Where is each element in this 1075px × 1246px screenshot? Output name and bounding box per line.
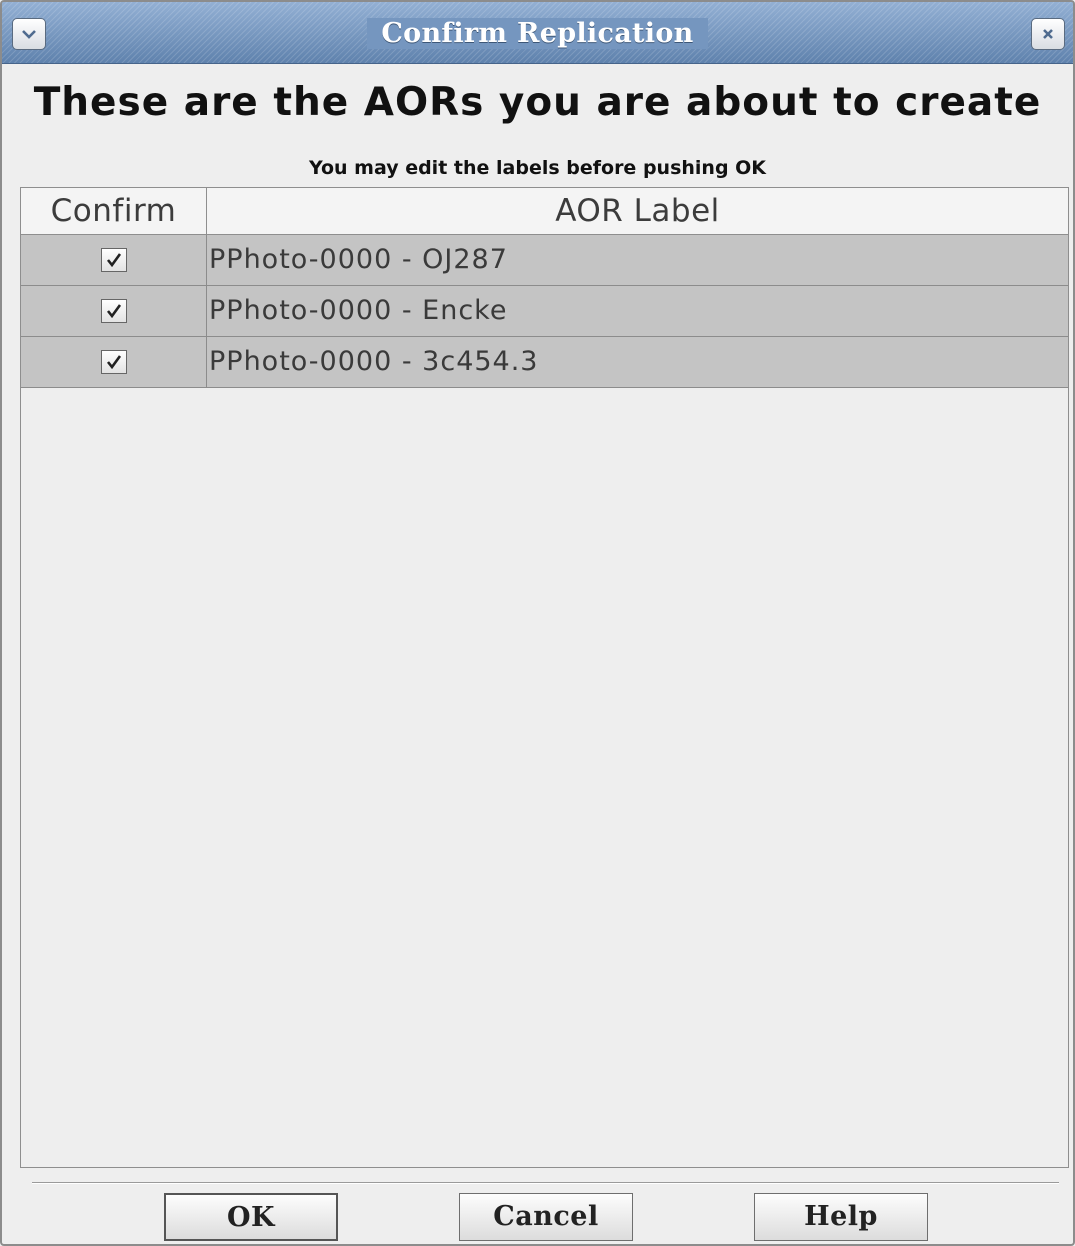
- dialog-subheading: You may edit the labels before pushing O…: [308, 157, 767, 179]
- cancel-button[interactable]: Cancel: [459, 1193, 633, 1241]
- ok-button[interactable]: OK: [164, 1193, 338, 1241]
- button-bar-separator: [32, 1182, 1059, 1184]
- window-title-text: Confirm Replication: [367, 18, 708, 49]
- table-row[interactable]: PPhoto-0000 - Encke: [21, 286, 1068, 337]
- checkmark-icon: [106, 304, 121, 318]
- confirm-cell: [21, 337, 207, 387]
- table-row[interactable]: PPhoto-0000 - 3c454.3: [21, 337, 1068, 388]
- window-title: Confirm Replication: [2, 18, 1073, 50]
- confirm-checkbox[interactable]: [100, 248, 127, 272]
- title-bar[interactable]: Confirm Replication: [2, 2, 1073, 64]
- checkmark-icon: [106, 355, 121, 369]
- aor-table: Confirm AOR Label PPhoto-0000 - OJ287 PP…: [20, 187, 1069, 1168]
- confirm-checkbox[interactable]: [100, 299, 127, 323]
- aor-label-cell[interactable]: PPhoto-0000 - 3c454.3: [209, 337, 538, 387]
- close-icon: [1043, 29, 1053, 39]
- confirm-replication-dialog: Confirm Replication These are the AORs y…: [0, 0, 1075, 1246]
- column-header-confirm[interactable]: Confirm: [21, 188, 207, 234]
- confirm-cell: [21, 286, 207, 336]
- aor-label-cell[interactable]: PPhoto-0000 - Encke: [209, 286, 507, 336]
- checkmark-icon: [106, 253, 121, 267]
- confirm-cell: [21, 235, 207, 285]
- confirm-checkbox[interactable]: [100, 350, 127, 374]
- table-header: Confirm AOR Label: [21, 188, 1068, 235]
- close-button[interactable]: [1031, 18, 1065, 50]
- column-header-aor-label[interactable]: AOR Label: [207, 188, 1068, 234]
- aor-label-cell[interactable]: PPhoto-0000 - OJ287: [209, 235, 508, 285]
- dialog-heading: These are the AORs you are about to crea…: [33, 80, 1042, 125]
- help-button[interactable]: Help: [754, 1193, 928, 1241]
- table-row[interactable]: PPhoto-0000 - OJ287: [21, 235, 1068, 286]
